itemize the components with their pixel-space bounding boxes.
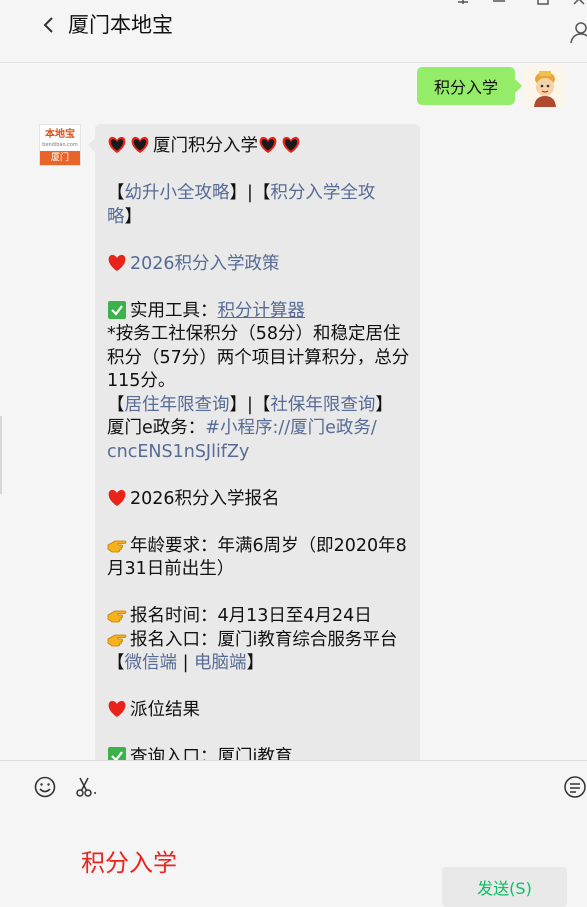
registration-entry-text: 报名入口：厦门i教育综合服务平台 (130, 629, 398, 650)
bracket-open: 【 (107, 394, 125, 415)
red-heart-icon (107, 489, 127, 507)
link-wechat-entry[interactable]: 微信端 (125, 653, 178, 673)
official-account-avatar[interactable]: 本地宝 bendibao.com 厦门 (39, 124, 81, 166)
link-egov-miniprogram-cont[interactable]: cncENS1nSJlifZy (107, 442, 249, 462)
message-line-note-2: 积分（57分）两个项目计算积分，总分 (107, 347, 410, 368)
minimize-icon[interactable] (491, 0, 507, 8)
check-mark-icon (107, 747, 127, 760)
check-mark-icon (107, 300, 127, 319)
registration-time-text: 报名时间：4月13日至4月24日 (130, 606, 372, 626)
query-entry-text: 查询入口：厦门i教育 (130, 747, 293, 760)
chat-messages-area[interactable]: 积分入学 本地宝 bendibao.com 厦门 厦门积分入学 【幼升小全攻略】… (0, 63, 587, 760)
chat-info-person-icon[interactable] (569, 22, 587, 44)
emoji-icon[interactable] (33, 775, 57, 799)
link-points-admission-guide-cont[interactable]: 略 (107, 207, 125, 227)
message-line-egov: 厦门e政务：#小程序://厦门e政务/ (107, 417, 420, 441)
bracket-close: 】 (124, 206, 143, 227)
message-line-registration: 2026积分入学报名 (107, 488, 420, 512)
maximize-icon[interactable] (535, 0, 551, 8)
message-line-note-3: 115分。 (107, 371, 176, 391)
logo-brand: 本地宝 (45, 129, 75, 140)
message-input-text[interactable]: 积分入学 (81, 843, 177, 878)
message-line-tools: 实用工具：积分计算器 (107, 300, 420, 324)
black-heart-icon (281, 136, 301, 154)
red-heart-icon (107, 700, 127, 718)
pointing-hand-icon (107, 630, 127, 648)
user-avatar[interactable] (524, 65, 566, 107)
message-line-title: 厦门积分入学 (107, 135, 420, 159)
registration-heading: 2026积分入学报名 (130, 488, 280, 509)
back-arrow-icon[interactable] (38, 12, 60, 38)
chat-header: 厦门本地宝 (0, 0, 587, 63)
cartoon-avatar-icon (524, 65, 566, 107)
message-line-entry: 报名入口：厦门i教育综合服务平台 (107, 629, 420, 653)
bracket-open: 【 (107, 653, 125, 673)
red-heart-icon (107, 254, 127, 272)
message-line-egov-cont: cncENS1nSJlifZy (107, 441, 420, 465)
link-kindergarten-guide[interactable]: 幼升小全攻略 (125, 183, 230, 203)
bendibao-logo: 本地宝 bendibao.com (40, 125, 80, 151)
logo-city: 厦门 (40, 151, 80, 165)
send-button[interactable]: 发送(S) (442, 867, 567, 907)
pin-icon[interactable] (455, 0, 471, 8)
chat-title: 厦门本地宝 (68, 13, 173, 37)
link-residence-years-query[interactable]: 居住年限查询 (125, 395, 230, 415)
message-line-time: 报名时间：4月13日至4月24日 (107, 605, 420, 629)
outgoing-message-bubble[interactable]: 积分入学 (417, 67, 522, 105)
black-heart-icon (107, 136, 127, 154)
bracket-open: 【 (107, 183, 125, 203)
black-heart-icon (258, 136, 278, 154)
link-egov-miniprogram[interactable]: #小程序://厦门e政务/ (205, 418, 377, 438)
pointing-hand-icon (107, 606, 127, 624)
results-heading: 派位结果 (130, 700, 200, 720)
link-pc-entry[interactable]: 电脑端 (194, 653, 247, 673)
message-title-text: 厦门积分入学 (153, 136, 258, 156)
message-line-queries: 【居住年限查询】|【社保年限查询】 (107, 394, 420, 418)
pointing-hand-icon (107, 536, 127, 554)
bracket-close: 】 (246, 653, 265, 673)
message-line-age: 年龄要求：年满6周岁（即2020年8 (107, 535, 420, 559)
screenshot-scissors-icon[interactable] (74, 775, 98, 799)
link-points-calculator[interactable]: 积分计算器 (218, 301, 306, 321)
close-icon[interactable] (571, 0, 587, 8)
age-requirement-text: 年龄要求：年满6周岁（即2020年8 (130, 535, 407, 556)
logo-url: bendibao.com (42, 142, 78, 148)
tools-label: 实用工具： (130, 300, 218, 321)
message-line-platforms: 【微信端 | 电脑端】 (107, 652, 420, 676)
incoming-message-bubble[interactable]: 厦门积分入学 【幼升小全攻略】|【积分入学全攻 略】 2026积分入学政策 实用… (88, 124, 420, 760)
bracket-separator: 】|【 (229, 394, 271, 415)
egov-label: 厦门e政务： (107, 418, 206, 438)
bracket-separator: | (177, 653, 195, 673)
message-line-guides: 【幼升小全攻略】|【积分入学全攻 (107, 182, 420, 206)
message-line-results: 派位结果 (107, 699, 420, 723)
message-line-age-cont: 月31日前出生） (107, 559, 235, 579)
message-line-policy: 2026积分入学政策 (107, 253, 420, 277)
link-social-security-query[interactable]: 社保年限查询 (270, 395, 375, 415)
bracket-close: 】 (375, 394, 393, 415)
chat-history-icon[interactable] (563, 775, 587, 799)
black-heart-icon (130, 136, 150, 154)
message-line-query-entry: 查询入口：厦门i教育 (107, 746, 420, 760)
message-line-note-1: *按务工社保积分（58分）和稳定居住 (107, 324, 401, 344)
link-points-admission-guide[interactable]: 积分入学全攻 (270, 183, 375, 203)
bracket-separator: 】|【 (229, 183, 271, 203)
message-line-guides-cont: 略】 (107, 206, 420, 230)
scroll-handle[interactable] (0, 416, 2, 494)
link-policy-2026[interactable]: 2026积分入学政策 (130, 254, 280, 274)
message-input-area[interactable]: 积分入学 发送(S) (0, 760, 587, 907)
